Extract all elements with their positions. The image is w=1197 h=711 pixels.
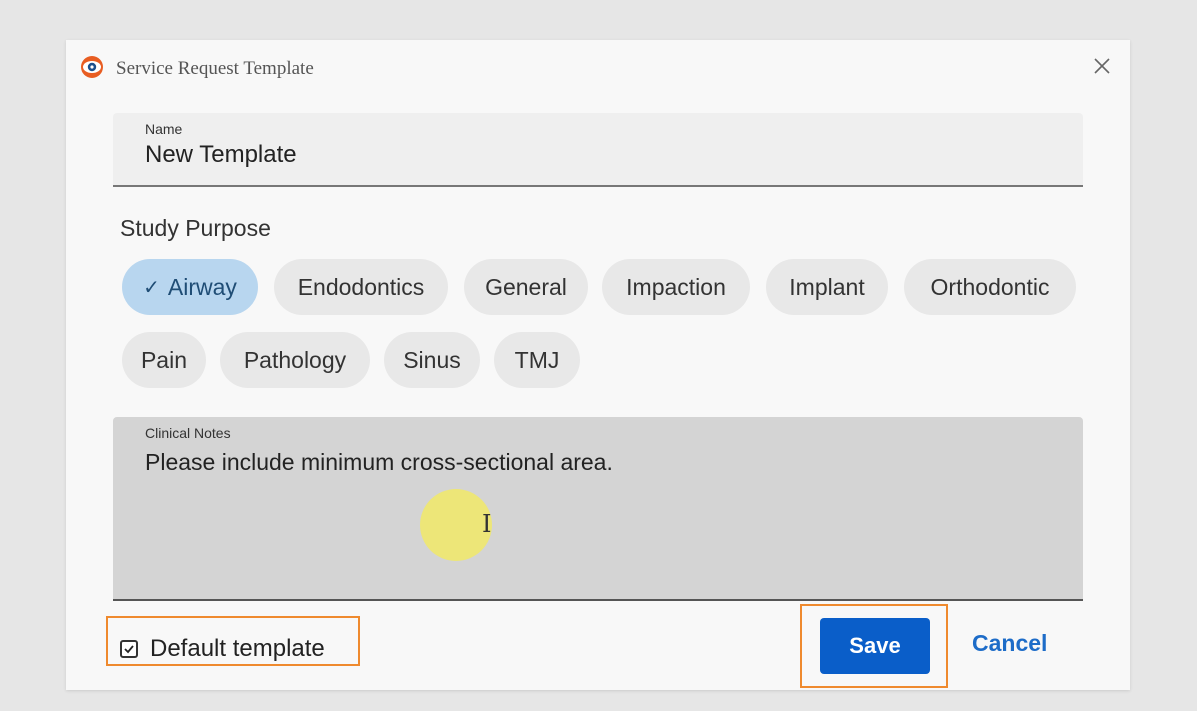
chip-label: Endodontics (297, 273, 425, 300)
chip-implant[interactable]: Implant (766, 259, 888, 315)
default-template-checkbox[interactable]: Default template (120, 634, 325, 664)
eye-logo-icon (81, 56, 103, 78)
name-value: New Template (145, 141, 297, 168)
window-title: Service Request Template (116, 58, 314, 79)
checkbox-checked-icon[interactable] (120, 640, 138, 658)
save-button[interactable]: Save (820, 618, 930, 674)
name-input[interactable]: Name New Template (113, 113, 1083, 187)
chip-label: Impaction (626, 273, 726, 300)
default-template-label: Default template (150, 635, 325, 662)
chip-orthodontic[interactable]: Orthodontic (904, 259, 1076, 315)
chip-general[interactable]: General (464, 259, 588, 315)
chip-pathology[interactable]: Pathology (220, 332, 370, 388)
chip-label: Implant (789, 273, 865, 300)
chip-label: Pathology (243, 346, 347, 373)
chip-label: Airway (167, 273, 237, 300)
chip-label: Pain (140, 346, 188, 373)
close-icon[interactable] (1090, 54, 1114, 78)
chip-airway[interactable]: ✓ Airway (122, 259, 258, 315)
text-cursor-icon: I (482, 510, 492, 538)
clinical-notes-value: Please include minimum cross-sectional a… (145, 449, 613, 475)
study-purpose-label: Study Purpose (120, 215, 271, 241)
chip-impaction[interactable]: Impaction (602, 259, 750, 315)
chip-tmj[interactable]: TMJ (494, 332, 580, 388)
chip-pain[interactable]: Pain (122, 332, 206, 388)
clinical-notes-textarea[interactable]: Clinical Notes Please include minimum cr… (113, 417, 1083, 601)
chip-sinus[interactable]: Sinus (384, 332, 480, 388)
chip-label: Orthodontic (930, 273, 1050, 300)
chip-label: TMJ (514, 346, 560, 373)
chip-label: General (485, 273, 567, 300)
chip-endodontics[interactable]: Endodontics (274, 259, 448, 315)
cancel-button[interactable]: Cancel (972, 630, 1047, 657)
clinical-notes-label: Clinical Notes (145, 425, 231, 441)
service-request-dialog: Service Request Template Name New Templa… (66, 40, 1130, 690)
checkmark-icon: ✓ (143, 276, 160, 299)
name-label: Name (145, 121, 183, 137)
title-bar: Service Request Template (66, 40, 1130, 96)
chip-label: Sinus (403, 346, 461, 373)
